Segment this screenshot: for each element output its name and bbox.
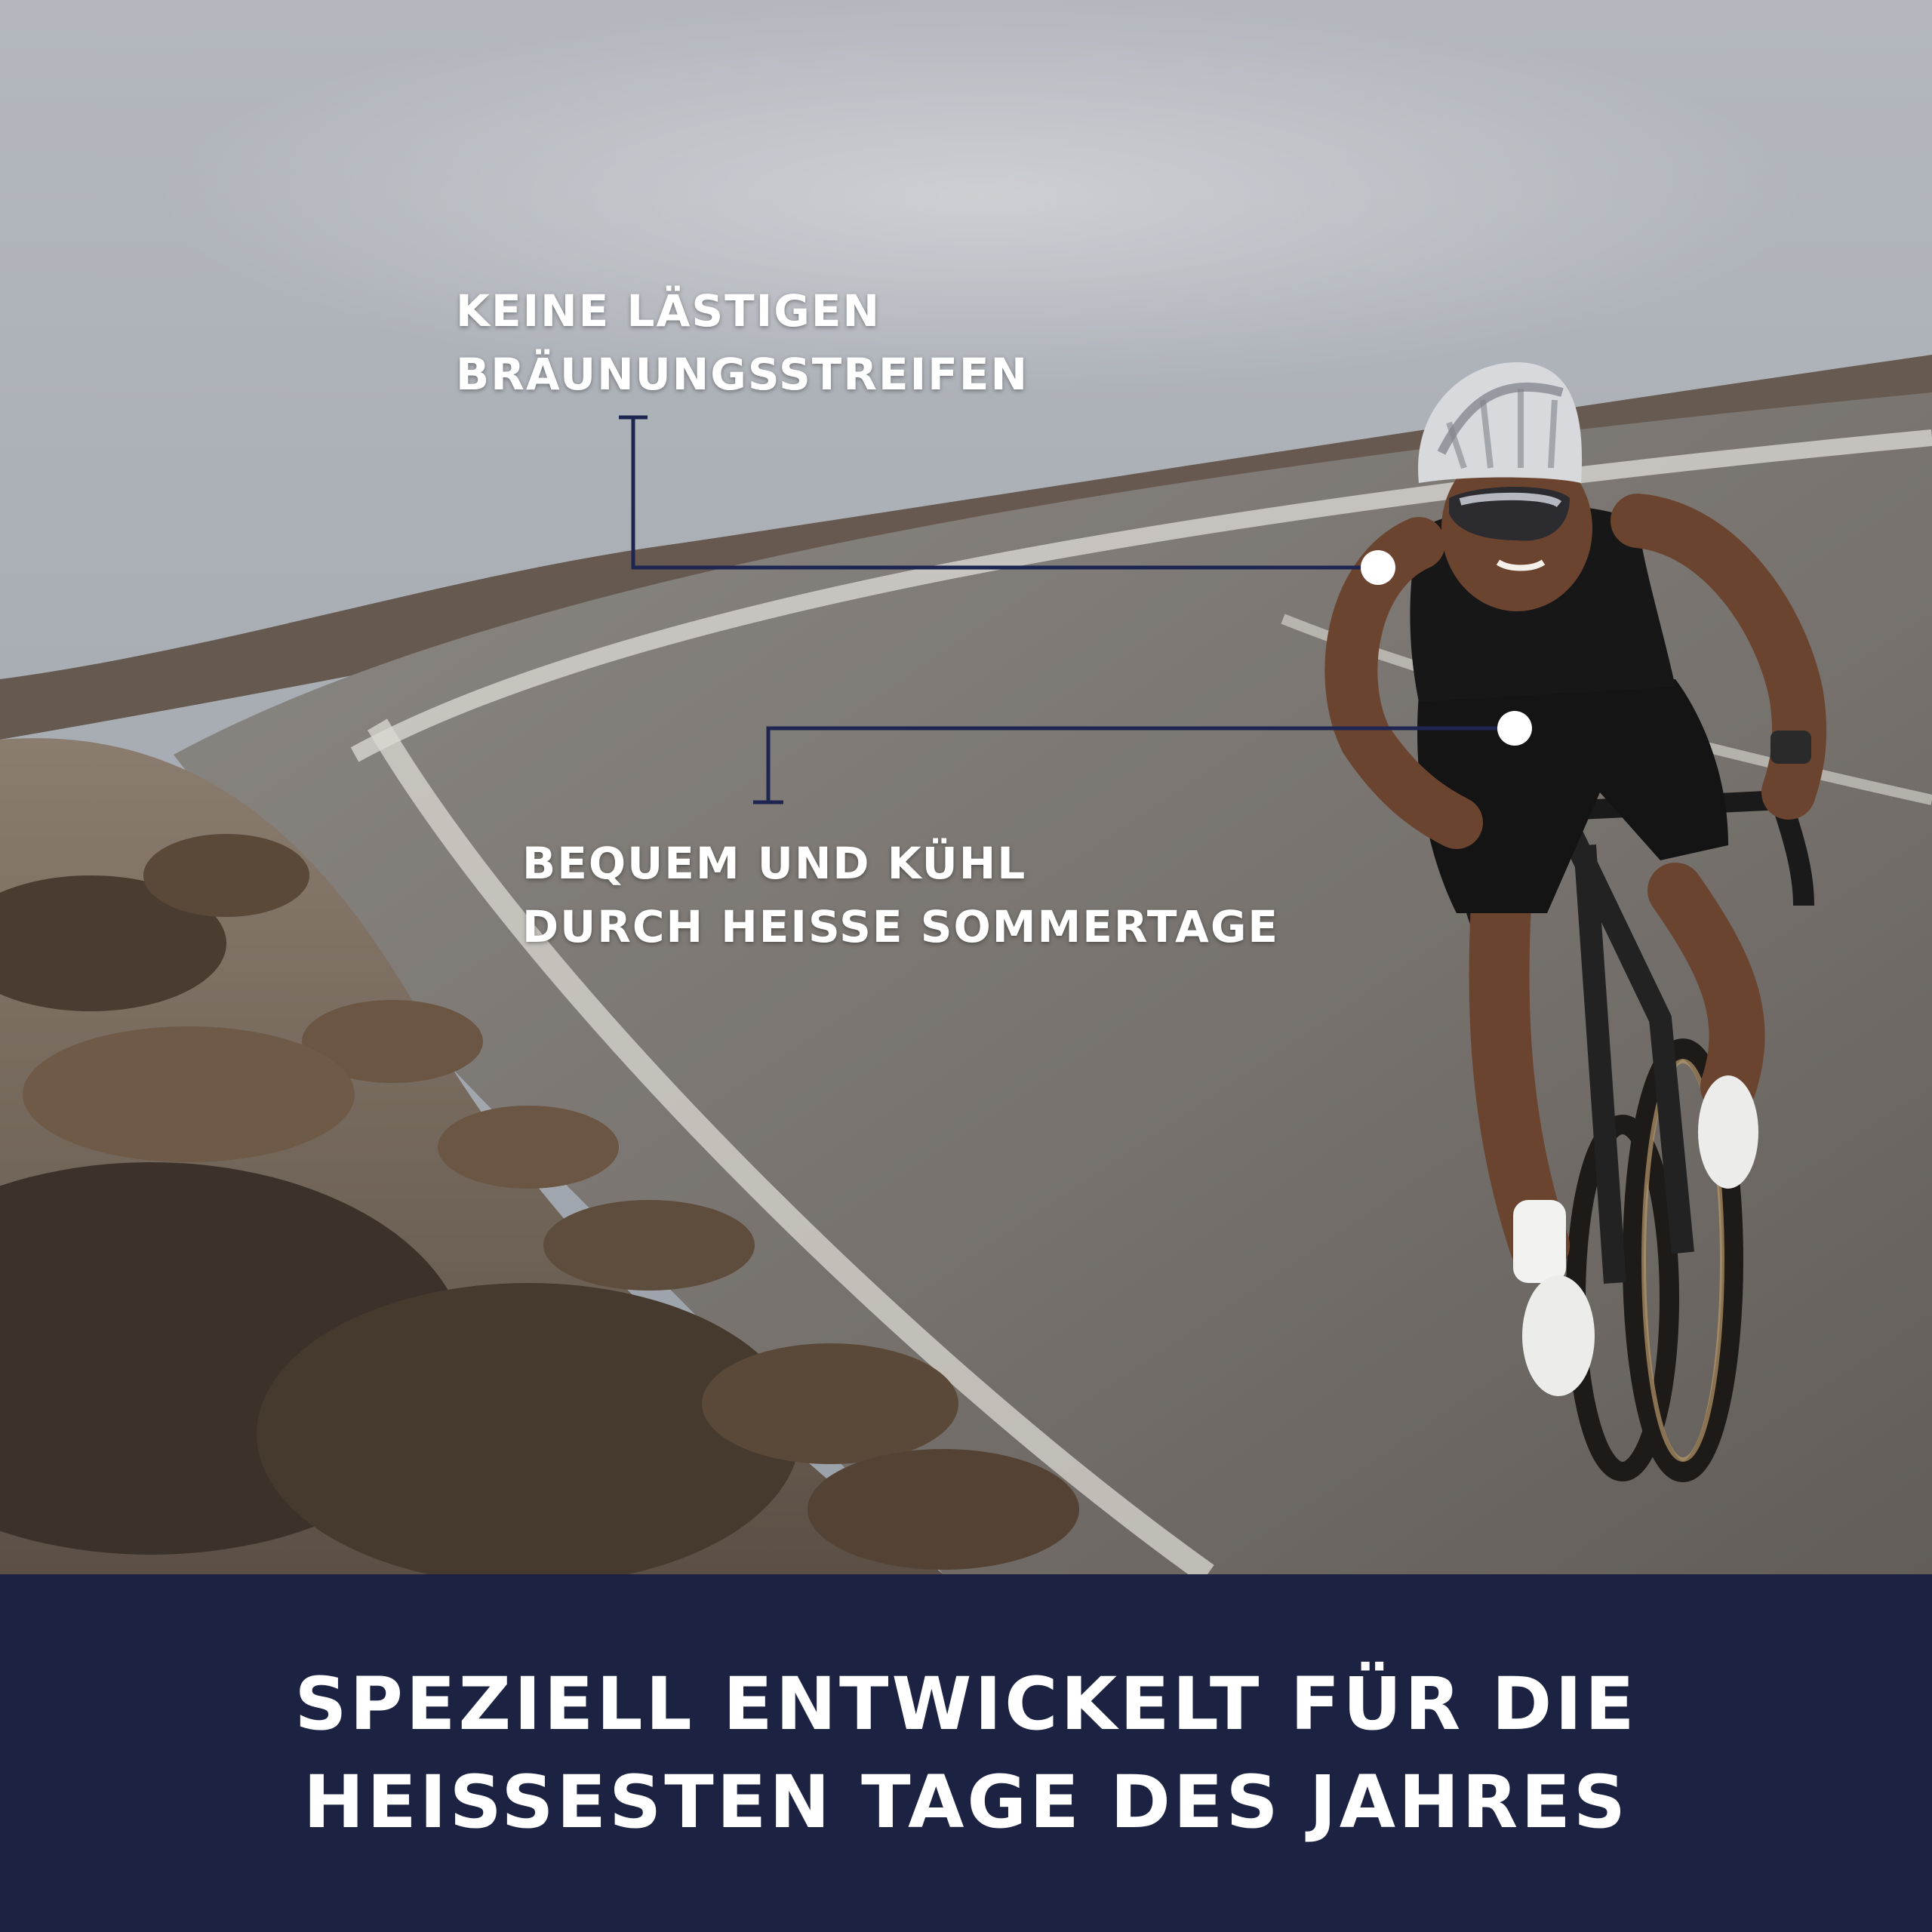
headline: SPEZIELL ENTWICKELT FÜR DIE HEISSESTEN T… <box>294 1655 1637 1851</box>
product-feature-image: KEINE LÄSTIGEN BRÄUNUNGSSTREIFEN BEQUEM … <box>0 0 1932 1932</box>
headline-banner: SPEZIELL ENTWICKELT FÜR DIE HEISSESTEN T… <box>0 1574 1932 1932</box>
callout-leader-lines <box>619 415 1532 804</box>
white-dot-icon <box>1497 711 1532 746</box>
leader-1-line <box>631 417 1378 570</box>
callout-comfort: BEQUEM UND KÜHL DURCH HEISSE SOMMERTAGE <box>522 832 1279 958</box>
callout-tan-lines: KEINE LÄSTIGEN BRÄUNUNGSSTREIFEN <box>456 279 1029 406</box>
callout-comfort-line-1: BEQUEM UND KÜHL <box>522 838 1027 889</box>
callout-tan-lines-line-2: BRÄUNUNGSSTREIFEN <box>456 349 1029 400</box>
leader-2-line <box>766 726 1515 802</box>
headline-line-2: HEISSESTEN TAGE DES JAHRES <box>303 1760 1629 1844</box>
headline-line-1: SPEZIELL ENTWICKELT FÜR DIE <box>294 1662 1638 1746</box>
white-dot-icon <box>1361 550 1395 585</box>
callout-comfort-line-2: DURCH HEISSE SOMMERTAGE <box>522 901 1280 952</box>
callout-tan-lines-line-1: KEINE LÄSTIGEN <box>456 285 881 337</box>
